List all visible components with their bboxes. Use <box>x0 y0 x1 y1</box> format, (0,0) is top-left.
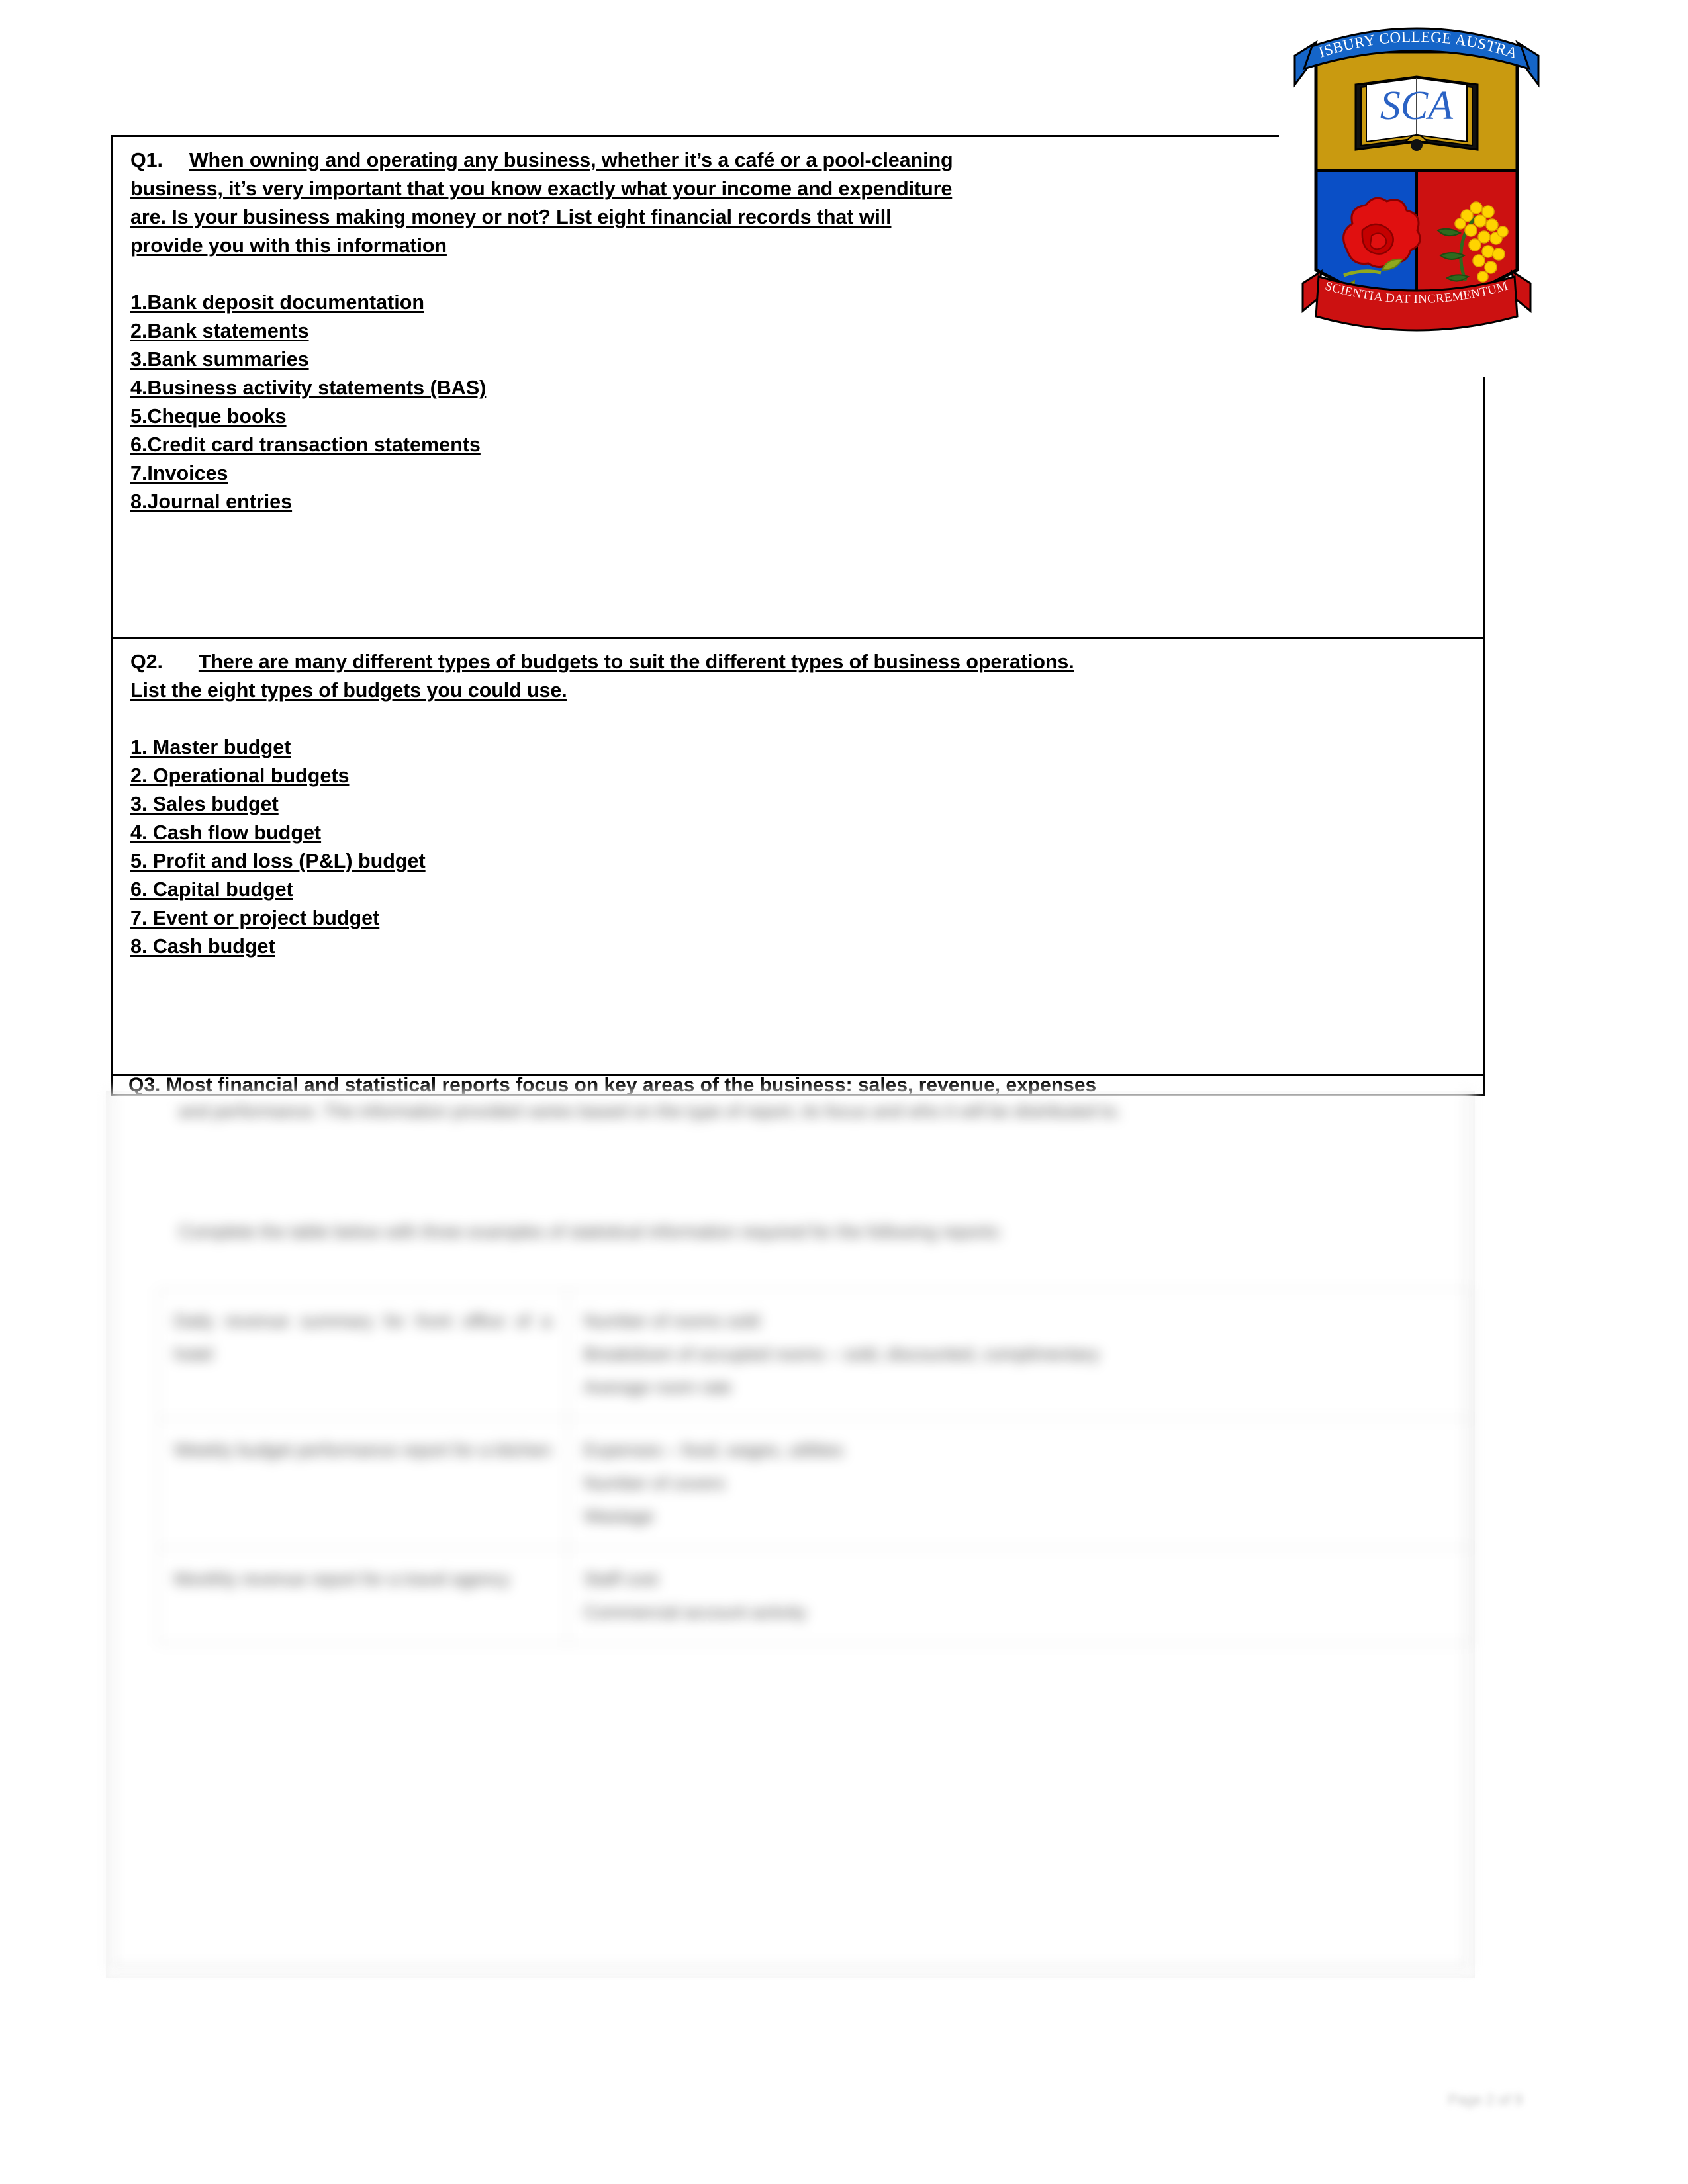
question-text-q1-line2: business, it’s very important that you k… <box>130 177 953 200</box>
answer-item: 7.Invoices <box>130 459 1466 488</box>
report-items-cell: Expenses – food, wages, utilities Number… <box>567 1418 1474 1548</box>
answer-item: 6. Capital budget <box>130 876 1466 904</box>
answer-item: 6.Credit card transaction statements <box>130 431 1466 459</box>
answer-item: 2. Operational budgets <box>130 762 1466 790</box>
answer-text: 1.Bank deposit documentation <box>130 291 424 314</box>
table-row: Weekly budget performance report for a k… <box>158 1418 1474 1548</box>
question-text-q1-line4: provide you with this information <box>130 234 447 257</box>
answer-list-q2: 1. Master budget 2. Operational budgets … <box>130 733 1466 961</box>
answer-text: 5.Cheque books <box>130 405 287 428</box>
report-name-cell: Weekly budget performance report for a k… <box>158 1418 568 1548</box>
report-name-cell: Monthly revenue report for a travel agen… <box>158 1547 568 1644</box>
answer-text: 3. Sales budget <box>130 793 279 815</box>
answer-item: 5. Profit and loss (P&L) budget <box>130 847 1466 876</box>
question-number-q2: Q2. <box>130 651 163 673</box>
answer-item: 7. Event or project budget <box>130 904 1466 933</box>
answer-item: 4. Cash flow budget <box>130 819 1466 847</box>
report-items-cell: Number of rooms sold Breakdown of occupi… <box>567 1289 1474 1419</box>
question-text-q2-line2: List the eight types of budgets you coul… <box>130 679 567 702</box>
report-item: Expenses – food, wages, utilities <box>584 1440 843 1460</box>
report-item: Staff cost <box>584 1569 659 1589</box>
answer-item: 2.Bank statements <box>130 317 1466 345</box>
answer-item: 1. Master budget <box>130 733 1466 762</box>
question-text-q1-line3: are. Is your business making money or no… <box>130 206 892 228</box>
answer-text: 8.Journal entries <box>130 490 293 513</box>
answer-item: 3. Sales budget <box>130 790 1466 819</box>
report-item: Breakdown of occupied rooms – sold, disc… <box>584 1344 1100 1364</box>
report-items-cell: Staff cost Commercial account activity <box>567 1547 1474 1644</box>
salisbury-college-crest: SCA ISBURY COLLEGE AUSTRA SCIENTIA DAT I… <box>1278 5 1556 376</box>
report-item: Number of covers <box>584 1473 726 1493</box>
answer-text: 1. Master budget <box>130 736 291 758</box>
question-number-q1: Q1. <box>130 149 163 171</box>
answer-item: 8.Journal entries <box>130 488 1466 516</box>
answer-item: 4.Business activity statements (BAS) <box>130 374 1466 402</box>
question-heading-q2: Q2. There are many different types of bud… <box>130 648 1466 705</box>
answer-list-q1: 1.Bank deposit documentation 2.Bank stat… <box>130 289 1466 516</box>
report-item: Commercial account activity <box>584 1602 807 1622</box>
q3-paragraph-1: and performance. The information provide… <box>179 1101 1121 1121</box>
answer-text: 7. Event or project budget <box>130 907 380 929</box>
answer-text: 4. Cash flow budget <box>130 821 322 844</box>
document-page: SCA ISBURY COLLEGE AUSTRA SCIENTIA DAT I… <box>0 0 1688 2184</box>
question-text-q1-line1: When owning and operating any business, … <box>189 149 953 171</box>
q3-reports-table: Daily revenue summary for front office o… <box>158 1289 1474 1644</box>
answer-text: 5. Profit and loss (P&L) budget <box>130 850 426 872</box>
answer-text: 6.Credit card transaction statements <box>130 433 481 456</box>
q3-paragraph-2: Complete the table below with three exam… <box>179 1222 1003 1242</box>
report-item: Wastage <box>584 1506 654 1526</box>
answer-item: 1.Bank deposit documentation <box>130 289 1466 317</box>
question-heading-q1: Q1. When owning and operating any busines… <box>130 146 1466 260</box>
blurred-content-region: and performance. The information provide… <box>106 1091 1475 1978</box>
report-item: Number of rooms sold <box>584 1311 760 1331</box>
table-row: Daily revenue summary for front office o… <box>158 1289 1474 1419</box>
answer-text: 8. Cash budget <box>130 935 275 958</box>
answer-item: 5.Cheque books <box>130 402 1466 431</box>
answer-text: 4.Business activity statements (BAS) <box>130 377 487 399</box>
answer-item: 8. Cash budget <box>130 933 1466 961</box>
answer-text: 3.Bank summaries <box>130 348 309 371</box>
crest-initials: SCA <box>1380 83 1454 128</box>
section-divider <box>113 637 1483 639</box>
question-block-q2: Q2. There are many different types of bud… <box>113 648 1483 961</box>
open-book-icon: SCA <box>1354 75 1479 151</box>
answer-item: 3.Bank summaries <box>130 345 1466 374</box>
report-item: Average room rate <box>584 1377 732 1397</box>
answer-text: 2. Operational budgets <box>130 764 350 787</box>
report-name-cell: Daily revenue summary for front office o… <box>158 1289 568 1419</box>
answer-text: 2.Bank statements <box>130 320 309 342</box>
table-row: Monthly revenue report for a travel agen… <box>158 1547 1474 1644</box>
answer-text: 6. Capital budget <box>130 878 293 901</box>
answer-text: 7.Invoices <box>130 462 228 484</box>
footer-page-number: Page 2 of 9 <box>1448 2091 1523 2108</box>
question-text-q2-line1: There are many different types of budget… <box>198 651 1074 673</box>
